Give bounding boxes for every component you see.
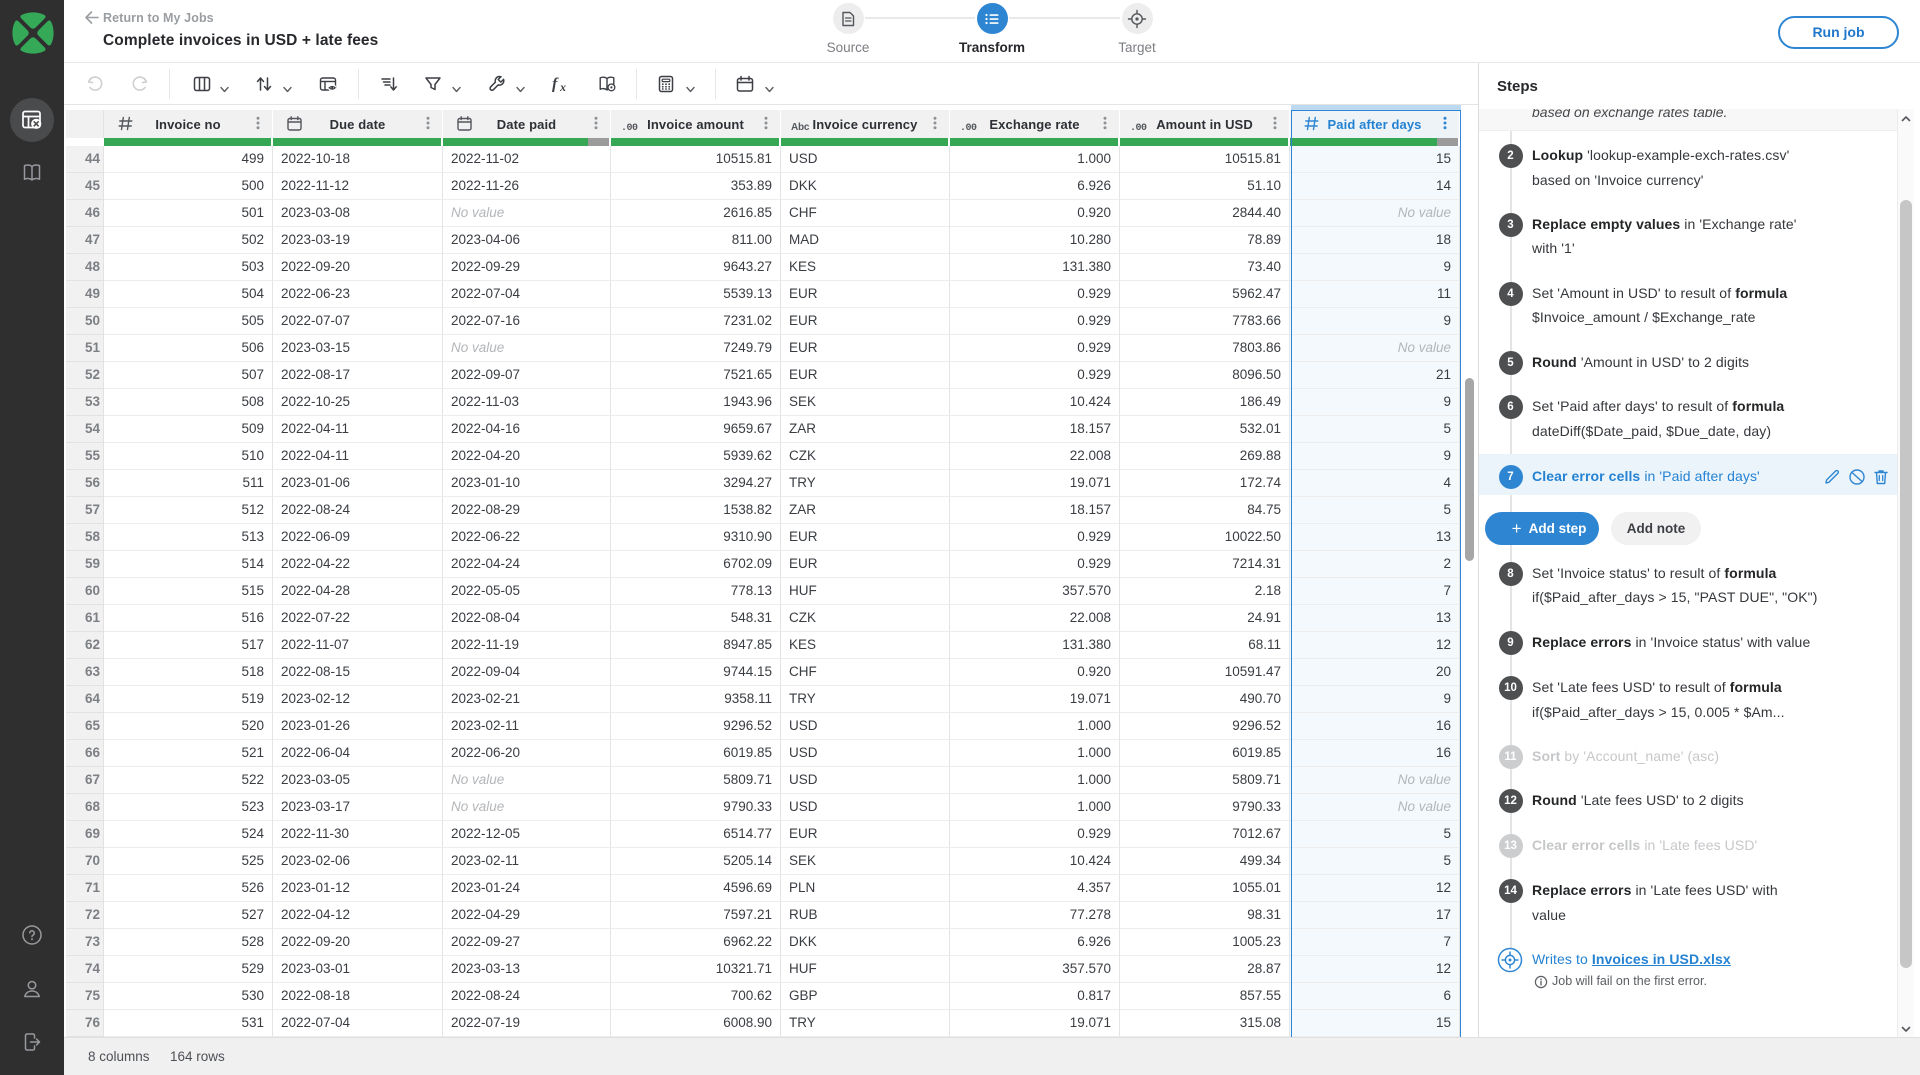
- svg-text:f: f: [552, 76, 559, 93]
- svg-text:x: x: [559, 80, 566, 94]
